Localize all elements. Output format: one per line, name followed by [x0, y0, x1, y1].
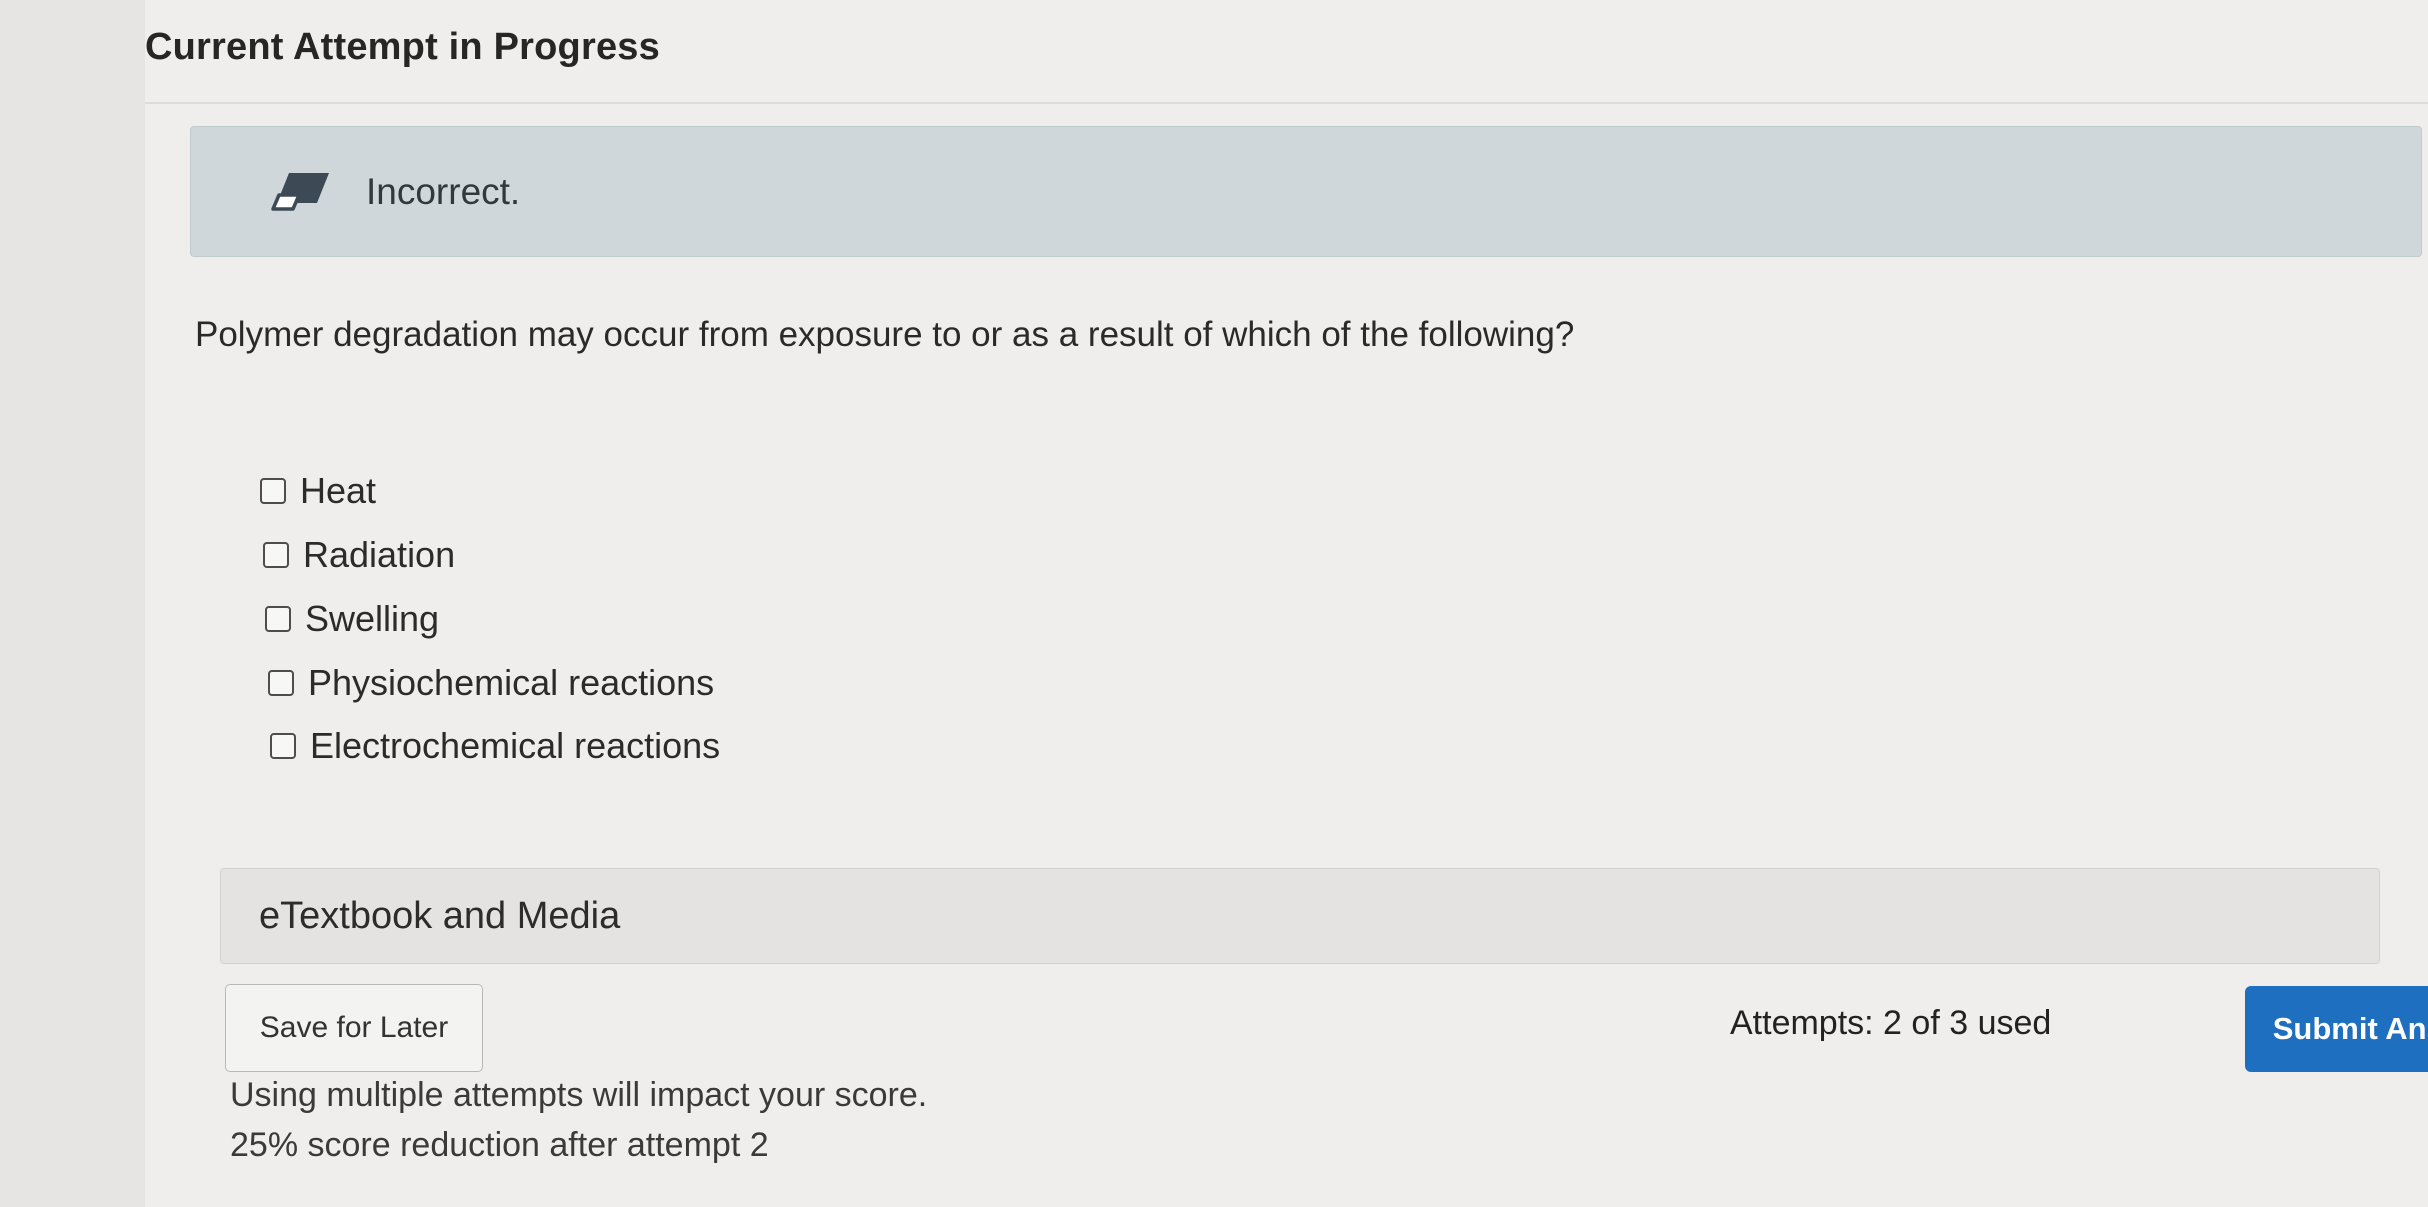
- option-electrochemical[interactable]: Electrochemical reactions: [270, 725, 720, 767]
- checkbox-swelling[interactable]: [265, 606, 291, 632]
- attempt-status-title: Current Attempt in Progress: [145, 26, 660, 68]
- option-label: Electrochemical reactions: [310, 725, 721, 766]
- option-physiochemical[interactable]: Physiochemical reactions: [268, 662, 714, 704]
- feedback-banner: Incorrect.: [190, 126, 2422, 257]
- option-swelling[interactable]: Swelling: [265, 598, 439, 640]
- assignment-page: Current Attempt in Progress Incorrect. P…: [145, 0, 2428, 1207]
- option-label: Heat: [300, 470, 377, 511]
- divider: [145, 102, 2428, 104]
- attempts-counter: Attempts: 2 of 3 used: [1730, 1004, 2052, 1042]
- etextbook-media-toggle[interactable]: eTextbook and Media: [220, 868, 2380, 964]
- option-heat[interactable]: Heat: [260, 470, 376, 512]
- option-label: Physiochemical reactions: [308, 662, 715, 703]
- attempts-warning: Using multiple attempts will impact your…: [230, 1076, 928, 1114]
- option-radiation[interactable]: Radiation: [263, 534, 455, 576]
- eraser-icon: [271, 173, 329, 211]
- option-label: Radiation: [303, 534, 456, 575]
- score-reduction-note: 25% score reduction after attempt 2: [230, 1126, 769, 1164]
- submit-answer-button[interactable]: Submit Answer: [2245, 986, 2428, 1072]
- option-label: Swelling: [305, 598, 440, 639]
- checkbox-electrochemical[interactable]: [270, 733, 296, 759]
- checkbox-physiochemical[interactable]: [268, 670, 294, 696]
- checkbox-radiation[interactable]: [263, 542, 289, 568]
- checkbox-heat[interactable]: [260, 478, 286, 504]
- feedback-message: Incorrect.: [366, 171, 521, 212]
- etextbook-media-label: eTextbook and Media: [259, 895, 621, 937]
- save-for-later-button[interactable]: Save for Later: [225, 984, 483, 1072]
- question-prompt: Polymer degradation may occur from expos…: [195, 315, 1575, 354]
